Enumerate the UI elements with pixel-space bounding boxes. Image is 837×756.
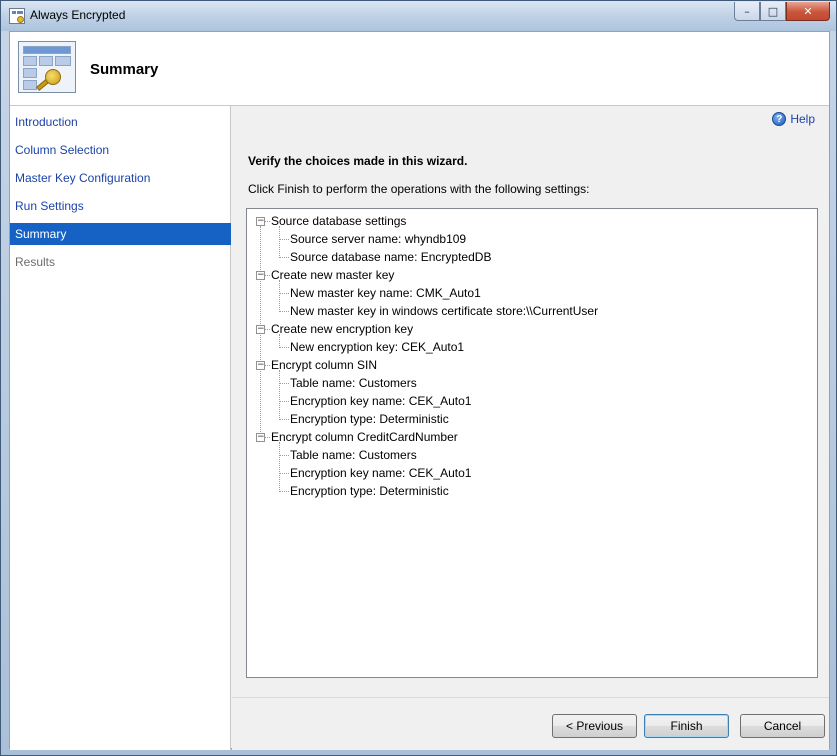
wizard-nav: Introduction Column Selection Master Key… (10, 106, 231, 750)
page-title: Summary (90, 61, 159, 78)
tree-node[interactable]: Encrypt column CreditCardNumber (271, 428, 458, 446)
tree-node[interactable]: Encrypt column SIN (271, 356, 377, 374)
key-table-icon (18, 41, 76, 93)
wizard-window: Always Encrypted – □ ✕ Summary Introduct… (0, 0, 837, 756)
tree-leaf[interactable]: Encryption key name: CEK_Auto1 (290, 392, 471, 410)
collapse-icon[interactable]: − (256, 271, 265, 280)
minimize-button[interactable]: – (734, 2, 760, 21)
tree-leaf[interactable]: Source server name: whyndb109 (290, 230, 466, 248)
always-encrypted-app-icon (9, 8, 25, 24)
collapse-icon[interactable]: − (256, 361, 265, 370)
cancel-button[interactable]: Cancel (740, 714, 825, 738)
collapse-icon[interactable]: − (256, 433, 265, 442)
title-bar[interactable]: Always Encrypted – □ ✕ (1, 1, 836, 31)
tree-leaf[interactable]: Table name: Customers (290, 446, 417, 464)
tree-leaf[interactable]: Source database name: EncryptedDB (290, 248, 491, 266)
footer-divider (232, 697, 829, 698)
tree-leaf[interactable]: Table name: Customers (290, 374, 417, 392)
tree-leaf[interactable]: Encryption type: Deterministic (290, 410, 449, 428)
summary-heading: Verify the choices made in this wizard. (248, 154, 468, 168)
previous-button[interactable]: < Previous (552, 714, 637, 738)
settings-tree[interactable]: − Source database settings Source server… (246, 208, 818, 678)
tree-leaf[interactable]: New master key name: CMK_Auto1 (290, 284, 481, 302)
finish-button[interactable]: Finish (644, 714, 729, 738)
summary-panel: ? Help Verify the choices made in this w… (232, 106, 829, 750)
tree-leaf[interactable]: New master key in windows certificate st… (290, 302, 598, 320)
nav-item-results: Results (15, 255, 56, 269)
tree-leaf[interactable]: Encryption type: Deterministic (290, 482, 449, 500)
collapse-icon[interactable]: − (256, 325, 265, 334)
summary-instruction: Click Finish to perform the operations w… (248, 182, 590, 196)
nav-item-run-settings[interactable]: Run Settings (10, 195, 231, 217)
wizard-client-area: Summary Introduction Column Selection Ma… (9, 31, 830, 750)
help-icon: ? (772, 112, 787, 126)
collapse-icon[interactable]: − (256, 217, 265, 226)
tree-node[interactable]: Source database settings (271, 212, 406, 230)
window-title: Always Encrypted (30, 8, 126, 22)
tree-node[interactable]: Create new master key (271, 266, 394, 284)
wizard-header: Summary (10, 32, 829, 106)
maximize-button[interactable]: □ (760, 2, 786, 21)
nav-item-summary[interactable]: Summary (10, 223, 231, 245)
help-link[interactable]: ? Help (772, 112, 815, 126)
nav-item-introduction[interactable]: Introduction (10, 111, 231, 133)
tree-leaf[interactable]: New encryption key: CEK_Auto1 (290, 338, 464, 356)
nav-item-column-selection[interactable]: Column Selection (10, 139, 231, 161)
help-label: Help (790, 112, 815, 126)
tree-leaf[interactable]: Encryption key name: CEK_Auto1 (290, 464, 471, 482)
nav-item-master-key-configuration[interactable]: Master Key Configuration (10, 167, 231, 189)
tree-node[interactable]: Create new encryption key (271, 320, 413, 338)
close-button[interactable]: ✕ (786, 2, 830, 21)
